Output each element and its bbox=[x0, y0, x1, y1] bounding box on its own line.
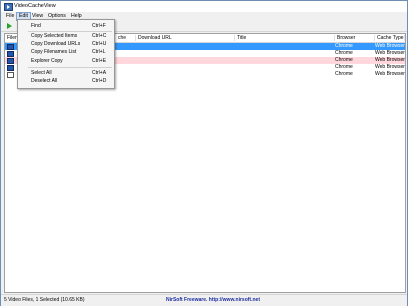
menu-item-label: Select All bbox=[31, 70, 52, 76]
menu-item-label: Find bbox=[31, 23, 41, 29]
menu-item-shortcut: Ctrl+L bbox=[92, 49, 106, 55]
cell-browser: Chrome bbox=[335, 64, 353, 70]
cell-browser: Chrome bbox=[335, 50, 353, 56]
menu-separator bbox=[28, 67, 112, 68]
column-download-url[interactable]: Download URL bbox=[136, 35, 235, 41]
cell-cache-type: Web Browser bbox=[375, 57, 405, 63]
menu-item-select-all[interactable]: Select All Ctrl+A bbox=[18, 69, 114, 77]
menu-item-label: Deselect All bbox=[31, 78, 58, 84]
edit-menu-dropdown: Find Ctrl+F Copy Selected Items Ctrl+C C… bbox=[17, 19, 115, 89]
cell-browser: Chrome bbox=[335, 43, 353, 49]
column-browser[interactable]: Browser bbox=[335, 35, 375, 41]
menu-item-shortcut: Ctrl+E bbox=[92, 58, 107, 64]
window-title: VideoCacheView bbox=[14, 3, 56, 9]
menu-item-shortcut: Ctrl+F bbox=[92, 23, 106, 29]
app-icon bbox=[4, 3, 13, 11]
cell-cache-type: Web Browser bbox=[375, 64, 405, 70]
menu-item-shortcut: Ctrl+C bbox=[92, 33, 107, 39]
menu-item-copy-download-urls[interactable]: Copy Download URLs Ctrl+U bbox=[18, 40, 114, 48]
menu-item-copy-selected[interactable]: Copy Selected Items Ctrl+C bbox=[18, 32, 114, 40]
status-bar: 5 Video Files, 1 Selected (10.65 KB) Nir… bbox=[1, 294, 407, 306]
menu-item-explorer-copy[interactable]: Explorer Copy Ctrl+E bbox=[18, 57, 114, 65]
menu-file[interactable]: File bbox=[4, 13, 16, 20]
cell-browser: Chrome bbox=[335, 71, 353, 77]
menu-item-shortcut: Ctrl+A bbox=[92, 70, 107, 76]
menu-item-label: Explorer Copy bbox=[31, 58, 63, 64]
menu-item-deselect-all[interactable]: Deselect All Ctrl+D bbox=[18, 77, 114, 85]
app-window: VideoCacheView File Edit View Options He… bbox=[0, 0, 408, 306]
play-icon[interactable] bbox=[7, 23, 12, 29]
menu-item-label: Copy Selected Items bbox=[31, 33, 78, 39]
cell-cache-type: Web Browser bbox=[375, 43, 405, 49]
menu-item-label: Copy Download URLs bbox=[31, 41, 81, 47]
cell-cache-type: Web Browser bbox=[375, 50, 405, 56]
cell-cache-type: Web Browser bbox=[375, 71, 405, 77]
status-file-count: 5 Video Files, 1 Selected (10.65 KB) bbox=[4, 297, 85, 303]
column-title[interactable]: Title bbox=[235, 35, 335, 41]
file-icon bbox=[7, 72, 14, 78]
menu-item-find[interactable]: Find Ctrl+F bbox=[18, 22, 114, 30]
menu-item-shortcut: Ctrl+U bbox=[92, 41, 107, 47]
menu-item-label: Copy Filenames List bbox=[31, 49, 77, 55]
cell-browser: Chrome bbox=[335, 57, 353, 63]
menu-item-copy-filenames[interactable]: Copy Filenames List Ctrl+L bbox=[18, 48, 114, 56]
column-cache-type[interactable]: Cache Type bbox=[375, 35, 405, 41]
menu-item-shortcut: Ctrl+D bbox=[92, 78, 107, 84]
nirsoft-link[interactable]: NirSoft Freeware. http://www.nirsoft.net bbox=[166, 297, 260, 303]
column-cache[interactable]: che bbox=[116, 35, 136, 41]
